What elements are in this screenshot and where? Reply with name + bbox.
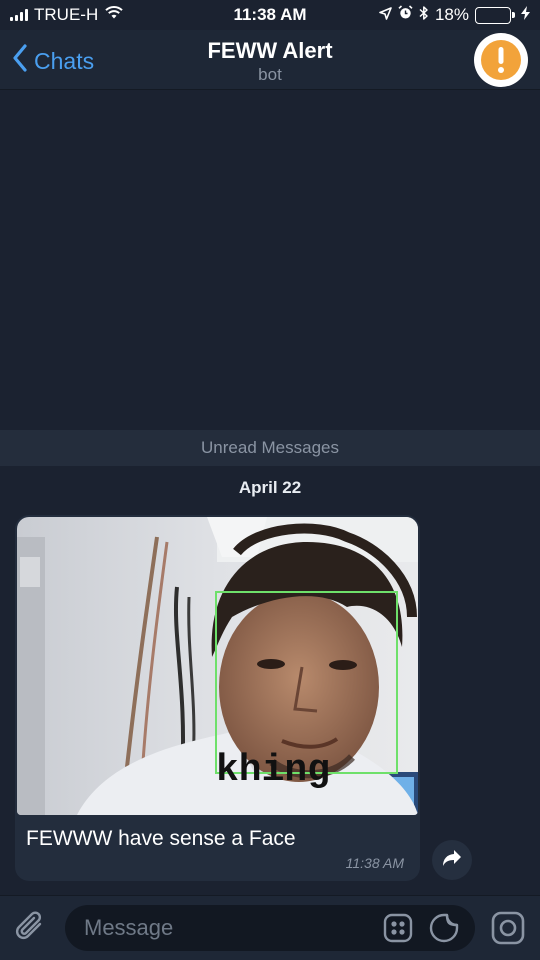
battery-percent: 18% bbox=[434, 5, 469, 24]
status-bar: TRUE-H 11:38 AM 18% bbox=[0, 0, 540, 30]
status-right: 18% bbox=[379, 5, 530, 26]
signal-bars-icon bbox=[10, 9, 28, 21]
bot-avatar[interactable] bbox=[474, 33, 528, 87]
message-bubble[interactable]: khing FEWWW have sense a Face 11:38 AM bbox=[15, 515, 420, 881]
attach-button[interactable] bbox=[14, 910, 50, 946]
battery-icon bbox=[475, 6, 515, 24]
message-timestamp: 11:38 AM bbox=[345, 855, 404, 871]
paperclip-icon bbox=[14, 911, 50, 950]
face-detection-photo[interactable]: khing bbox=[17, 517, 418, 815]
chat-title: FEWW Alert bbox=[207, 38, 333, 63]
carrier-name: TRUE-H bbox=[34, 5, 99, 24]
charging-bolt-icon bbox=[521, 5, 530, 25]
location-arrow-icon bbox=[379, 5, 392, 25]
camera-icon bbox=[490, 911, 526, 950]
unread-messages-divider: Unread Messages bbox=[0, 430, 540, 466]
date-header: April 22 bbox=[238, 478, 302, 497]
chat-header[interactable]: FEWW Alert bot bbox=[0, 38, 540, 85]
camera-button[interactable] bbox=[490, 910, 526, 946]
message-input-container[interactable] bbox=[65, 905, 475, 951]
share-arrow-icon bbox=[442, 849, 462, 872]
message-input-bar bbox=[0, 895, 540, 960]
bluetooth-icon bbox=[419, 5, 429, 26]
commands-grid-icon[interactable] bbox=[383, 913, 413, 943]
sticker-icon[interactable] bbox=[429, 913, 459, 943]
message-text: FEWWW have sense a Face bbox=[26, 827, 296, 850]
unread-label: Unread Messages bbox=[201, 438, 339, 457]
forward-button[interactable] bbox=[432, 840, 472, 880]
face-label: khing bbox=[216, 749, 330, 792]
alarm-icon bbox=[398, 5, 413, 25]
chat-subtitle: bot bbox=[258, 65, 282, 84]
navigation-bar: Chats FEWW Alert bot bbox=[0, 30, 540, 90]
status-left: TRUE-H bbox=[10, 5, 124, 25]
exclamation-icon bbox=[481, 40, 521, 80]
wifi-icon bbox=[104, 5, 124, 25]
message-input[interactable] bbox=[84, 915, 374, 941]
